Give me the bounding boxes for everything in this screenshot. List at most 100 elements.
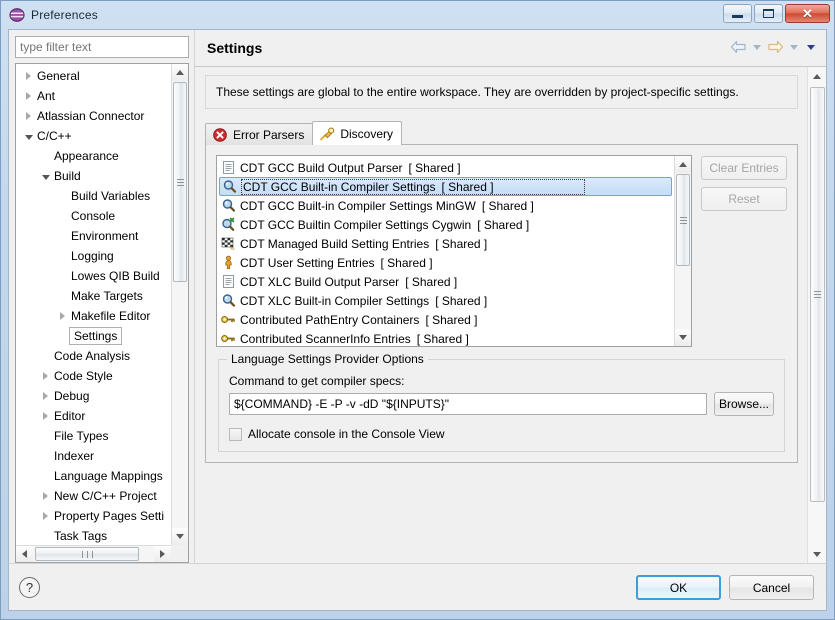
allocate-console-checkbox[interactable] xyxy=(229,427,242,441)
reset-button[interactable]: Reset xyxy=(701,187,787,211)
discovery-wand-icon xyxy=(319,126,335,142)
tree-item-code-style[interactable]: Code Style xyxy=(16,366,171,386)
window-title: Preferences xyxy=(31,8,98,22)
provider-list-item[interactable]: Contributed ScannerInfo Entries [ Shared … xyxy=(217,329,674,346)
tree-item-appearance[interactable]: Appearance xyxy=(16,146,171,166)
chevron-right-icon[interactable] xyxy=(56,312,69,320)
chevron-right-icon[interactable] xyxy=(39,412,52,420)
footer-buttons: OK Cancel xyxy=(636,575,814,600)
tree-item-file-types[interactable]: File Types xyxy=(16,426,171,446)
provider-name: CDT GCC Built-in Compiler Settings MinGW xyxy=(240,198,476,213)
forward-dropdown-chevron-down-icon[interactable] xyxy=(790,44,798,50)
chevron-right-icon[interactable] xyxy=(22,72,35,80)
ok-button[interactable]: OK xyxy=(636,575,721,600)
tree-item-environment[interactable]: Environment xyxy=(16,226,171,246)
clear-entries-button[interactable]: Clear Entries xyxy=(701,156,787,180)
checkered-flag-icon: % xyxy=(221,236,238,252)
tree-scroll-up-button[interactable] xyxy=(172,64,188,81)
tree-item-editor[interactable]: Editor xyxy=(16,406,171,426)
arrow-right-icon[interactable] xyxy=(767,40,784,54)
tree-item-build[interactable]: Build xyxy=(16,166,171,186)
tree-item-new-c-c-project[interactable]: New C/C++ Project xyxy=(16,486,171,506)
provider-list-item[interactable]: Contributed PathEntry Containers [ Shared… xyxy=(217,310,674,329)
tree-item-make-targets[interactable]: Make Targets xyxy=(16,286,171,306)
tree-item-makefile-editor[interactable]: Makefile Editor xyxy=(16,306,171,326)
settings-scroll-thumb[interactable] xyxy=(810,87,825,502)
tree-item-label: Code Style xyxy=(54,369,113,383)
view-menu-chevron-down-icon[interactable] xyxy=(807,44,815,50)
provider-list-item[interactable]: CDT GCC Builtin Compiler Settings Cygwin… xyxy=(217,215,674,234)
close-button[interactable]: ✕ xyxy=(785,4,830,23)
discovery-tab-panel: CDT GCC Build Output Parser[ Shared ] CDT… xyxy=(205,144,798,463)
tree-item-logging[interactable]: Logging xyxy=(16,246,171,266)
tree-vertical-scrollbar[interactable] xyxy=(171,64,188,545)
tree-item-indexer[interactable]: Indexer xyxy=(16,446,171,466)
tree-item-lowes-qib-build[interactable]: Lowes QIB Build xyxy=(16,266,171,286)
chevron-down-icon[interactable] xyxy=(39,173,52,180)
tree-item-label: Make Targets xyxy=(71,289,143,303)
tree-item-c-c[interactable]: C/C++ xyxy=(16,126,171,146)
tree-item-build-variables[interactable]: Build Variables xyxy=(16,186,171,206)
settings-scroll-up-button[interactable] xyxy=(808,67,826,85)
filter-input[interactable] xyxy=(15,36,189,58)
chevron-down-icon[interactable] xyxy=(22,133,35,140)
tree-item-language-mappings[interactable]: Language Mappings xyxy=(16,466,171,486)
cancel-button[interactable]: Cancel xyxy=(729,575,814,600)
settings-scroll-down-button[interactable] xyxy=(808,545,826,563)
title-bar: Preferences ✕ xyxy=(1,1,834,29)
arrow-left-icon[interactable] xyxy=(730,40,747,54)
provider-name: Contributed PathEntry Containers xyxy=(240,312,420,327)
provider-list-items: CDT GCC Build Output Parser[ Shared ] CDT… xyxy=(217,156,674,346)
tree-item-debug[interactable]: Debug xyxy=(16,386,171,406)
tab-error-parsers[interactable]: Error Parsers xyxy=(205,123,314,145)
tree-item-label: C/C++ xyxy=(37,129,72,143)
back-dropdown-chevron-down-icon[interactable] xyxy=(753,44,761,50)
provider-scope: [ Shared ] xyxy=(477,217,530,232)
tree-item-atlassian-connector[interactable]: Atlassian Connector xyxy=(16,106,171,126)
tree-scroll-left-button[interactable] xyxy=(16,546,33,562)
tree-scroll-down-button[interactable] xyxy=(172,528,188,545)
tree-scroll-right-button[interactable] xyxy=(154,546,171,562)
provider-name-wrapper: CDT GCC Built-in Compiler Settings [ Shar… xyxy=(241,178,585,195)
provider-list-item[interactable]: CDT XLC Build Output Parser [ Shared ] xyxy=(217,272,674,291)
tree-item-label: File Types xyxy=(54,429,109,443)
chevron-right-icon[interactable] xyxy=(22,112,35,120)
chevron-right-icon[interactable] xyxy=(22,92,35,100)
tree-scroll-thumb[interactable] xyxy=(173,82,187,282)
tree-item-task-tags[interactable]: Task Tags xyxy=(16,526,171,545)
chevron-right-icon[interactable] xyxy=(39,492,52,500)
preferences-tree[interactable]: General Ant Atlassian Connector C/C++ Appear… xyxy=(15,63,189,563)
provider-scroll-down-button[interactable] xyxy=(675,329,691,346)
browse-button[interactable]: Browse... xyxy=(714,392,774,416)
tree-item-settings[interactable]: Settings xyxy=(16,326,171,346)
maximize-button[interactable] xyxy=(754,4,783,23)
provider-list-item[interactable]: CDT XLC Built-in Compiler Settings [ Shar… xyxy=(217,291,674,310)
provider-scroll-up-button[interactable] xyxy=(675,156,691,173)
tree-item-label: Debug xyxy=(54,389,90,403)
provider-list-item[interactable]: CDT User Setting Entries [ Shared ] xyxy=(217,253,674,272)
provider-list-item[interactable]: % CDT Managed Build Setting Entries [ Shar… xyxy=(217,234,674,253)
tree-horizontal-scrollbar[interactable] xyxy=(16,545,171,562)
language-settings-provider-list[interactable]: CDT GCC Build Output Parser[ Shared ] CDT… xyxy=(216,155,692,347)
settings-vertical-scrollbar[interactable] xyxy=(807,67,826,563)
help-icon[interactable]: ? xyxy=(19,576,40,598)
chevron-right-icon[interactable] xyxy=(39,512,52,520)
provider-list-item[interactable]: CDT GCC Built-in Compiler Settings MinGW… xyxy=(217,196,674,215)
tree-item-console[interactable]: Console xyxy=(16,206,171,226)
tree-item-ant[interactable]: Ant xyxy=(16,86,171,106)
provider-scroll-thumb[interactable] xyxy=(676,174,690,266)
minimize-button[interactable] xyxy=(723,4,752,23)
compiler-specs-command-input[interactable] xyxy=(229,393,707,415)
provider-list-scrollbar[interactable] xyxy=(674,156,691,346)
tree-item-property-pages-setti[interactable]: Property Pages Setti xyxy=(16,506,171,526)
provider-list-item[interactable]: CDT GCC Built-in Compiler Settings [ Shar… xyxy=(219,177,672,196)
provider-scope: [ Shared ] xyxy=(435,293,488,308)
tree-item-general[interactable]: General xyxy=(16,66,171,86)
tree-hscroll-thumb[interactable] xyxy=(35,547,139,561)
allocate-console-row[interactable]: Allocate console in the Console View xyxy=(229,427,774,441)
chevron-right-icon[interactable] xyxy=(39,372,52,380)
provider-list-item[interactable]: CDT GCC Build Output Parser [ Shared ] xyxy=(217,158,674,177)
chevron-right-icon[interactable] xyxy=(39,392,52,400)
tree-item-code-analysis[interactable]: Code Analysis xyxy=(16,346,171,366)
tab-discovery[interactable]: Discovery xyxy=(312,121,403,145)
